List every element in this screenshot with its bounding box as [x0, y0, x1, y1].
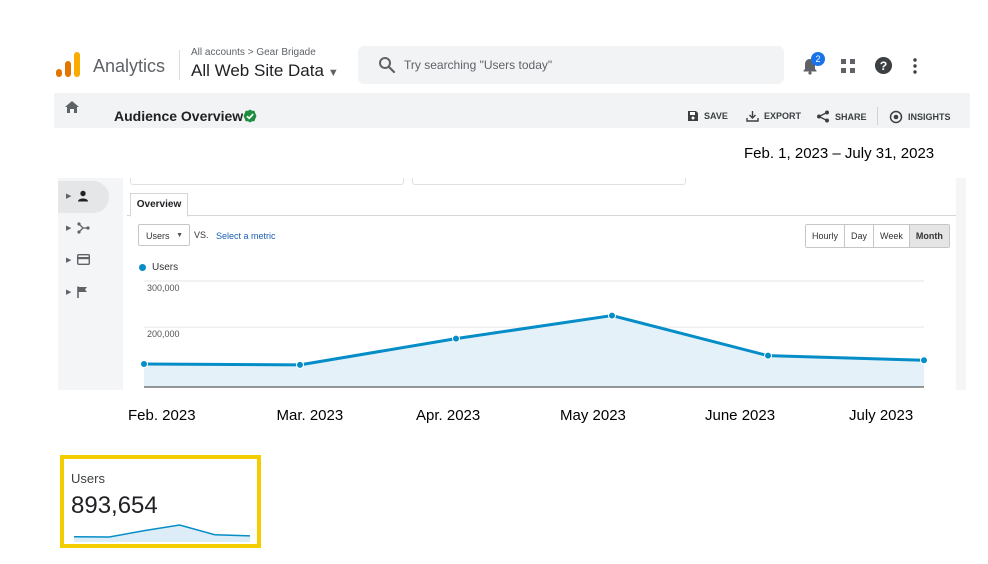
account-breadcrumb[interactable]: All accounts > Gear Brigade — [191, 47, 316, 58]
export-label: EXPORT — [764, 111, 802, 121]
page-title: Audience Overview — [114, 108, 244, 124]
nav-audience[interactable]: ▶ — [66, 190, 89, 202]
export-button[interactable]: EXPORT — [746, 110, 801, 122]
toolbar-divider — [877, 107, 878, 125]
behavior-flow-icon — [77, 222, 90, 234]
metric-select[interactable]: Users ▼ — [138, 224, 190, 246]
save-icon — [688, 111, 698, 121]
expand-icon: ▶ — [66, 256, 72, 264]
home-icon[interactable] — [64, 100, 80, 114]
users-summary-label: Users — [71, 471, 105, 486]
x-axis-label: May 2023 — [560, 407, 626, 424]
legend-dot — [139, 264, 146, 271]
export-icon — [746, 111, 759, 122]
legend-label: Users — [152, 262, 179, 273]
insights-button[interactable]: INSIGHTS — [889, 110, 951, 124]
granularity-hourly[interactable]: Hourly — [806, 225, 846, 247]
tab-divider — [127, 215, 956, 216]
property-selector[interactable]: All Web Site Data ▼ — [191, 61, 339, 81]
more-vert-icon[interactable] — [911, 57, 919, 75]
share-label: SHARE — [835, 111, 867, 122]
tab-overview[interactable]: Overview — [130, 193, 188, 217]
granularity-month[interactable]: Month — [909, 225, 949, 247]
expand-icon: ▶ — [66, 193, 72, 200]
expand-icon: ▶ — [66, 289, 72, 296]
verified-check-icon — [243, 109, 257, 123]
granularity-week[interactable]: Week — [874, 225, 910, 247]
scorecard-placeholder — [412, 178, 686, 185]
users-sparkline — [73, 524, 251, 542]
caret-down-icon: ▼ — [327, 67, 339, 79]
app-name: Analytics — [93, 56, 166, 76]
x-axis-label: Mar. 2023 — [276, 407, 344, 424]
nav-conversions[interactable]: ▶ — [66, 286, 88, 298]
x-axis-label: June 2023 — [705, 407, 776, 424]
search-icon — [379, 57, 396, 74]
x-axis-label: July 2023 — [849, 407, 914, 424]
share-icon — [817, 110, 829, 123]
x-axis-label: Apr. 2023 — [416, 407, 481, 424]
date-range[interactable]: Feb. 1, 2023 – July 31, 2023 — [744, 145, 934, 162]
save-button[interactable]: SAVE — [687, 110, 728, 122]
search-input[interactable] — [404, 55, 764, 75]
nav-behavior[interactable]: ▶ — [66, 254, 91, 265]
vs-label: VS. — [194, 230, 209, 240]
metric-select-value: Users — [146, 231, 170, 241]
caret-down-icon: ▼ — [176, 232, 183, 239]
help-icon[interactable]: ? — [874, 56, 893, 75]
apps-grid-icon[interactable] — [840, 58, 856, 74]
insights-icon — [889, 110, 903, 124]
person-icon — [78, 190, 89, 202]
insights-label: INSIGHTS — [908, 112, 951, 122]
property-name: All Web Site Data — [191, 61, 324, 80]
card-icon — [77, 254, 91, 265]
share-button[interactable]: SHARE — [816, 110, 867, 123]
granularity-toggle: Hourly Day Week Month — [805, 224, 950, 248]
select-metric-link[interactable]: Select a metric — [216, 231, 276, 241]
notification-badge: 2 — [811, 52, 825, 66]
scorecard-placeholder — [130, 178, 404, 185]
svg-text:?: ? — [880, 59, 888, 73]
main-report-area — [123, 178, 956, 390]
expand-icon: ▶ — [66, 225, 72, 232]
nav-acquisition[interactable]: ▶ — [66, 222, 90, 234]
granularity-day[interactable]: Day — [845, 225, 875, 247]
x-axis-label: Feb. 2023 — [128, 407, 196, 424]
header-divider — [179, 50, 180, 80]
analytics-logo-icon[interactable] — [56, 52, 80, 78]
flag-icon — [77, 286, 88, 298]
users-summary-value: 893,654 — [71, 492, 158, 519]
save-label: SAVE — [704, 111, 728, 121]
